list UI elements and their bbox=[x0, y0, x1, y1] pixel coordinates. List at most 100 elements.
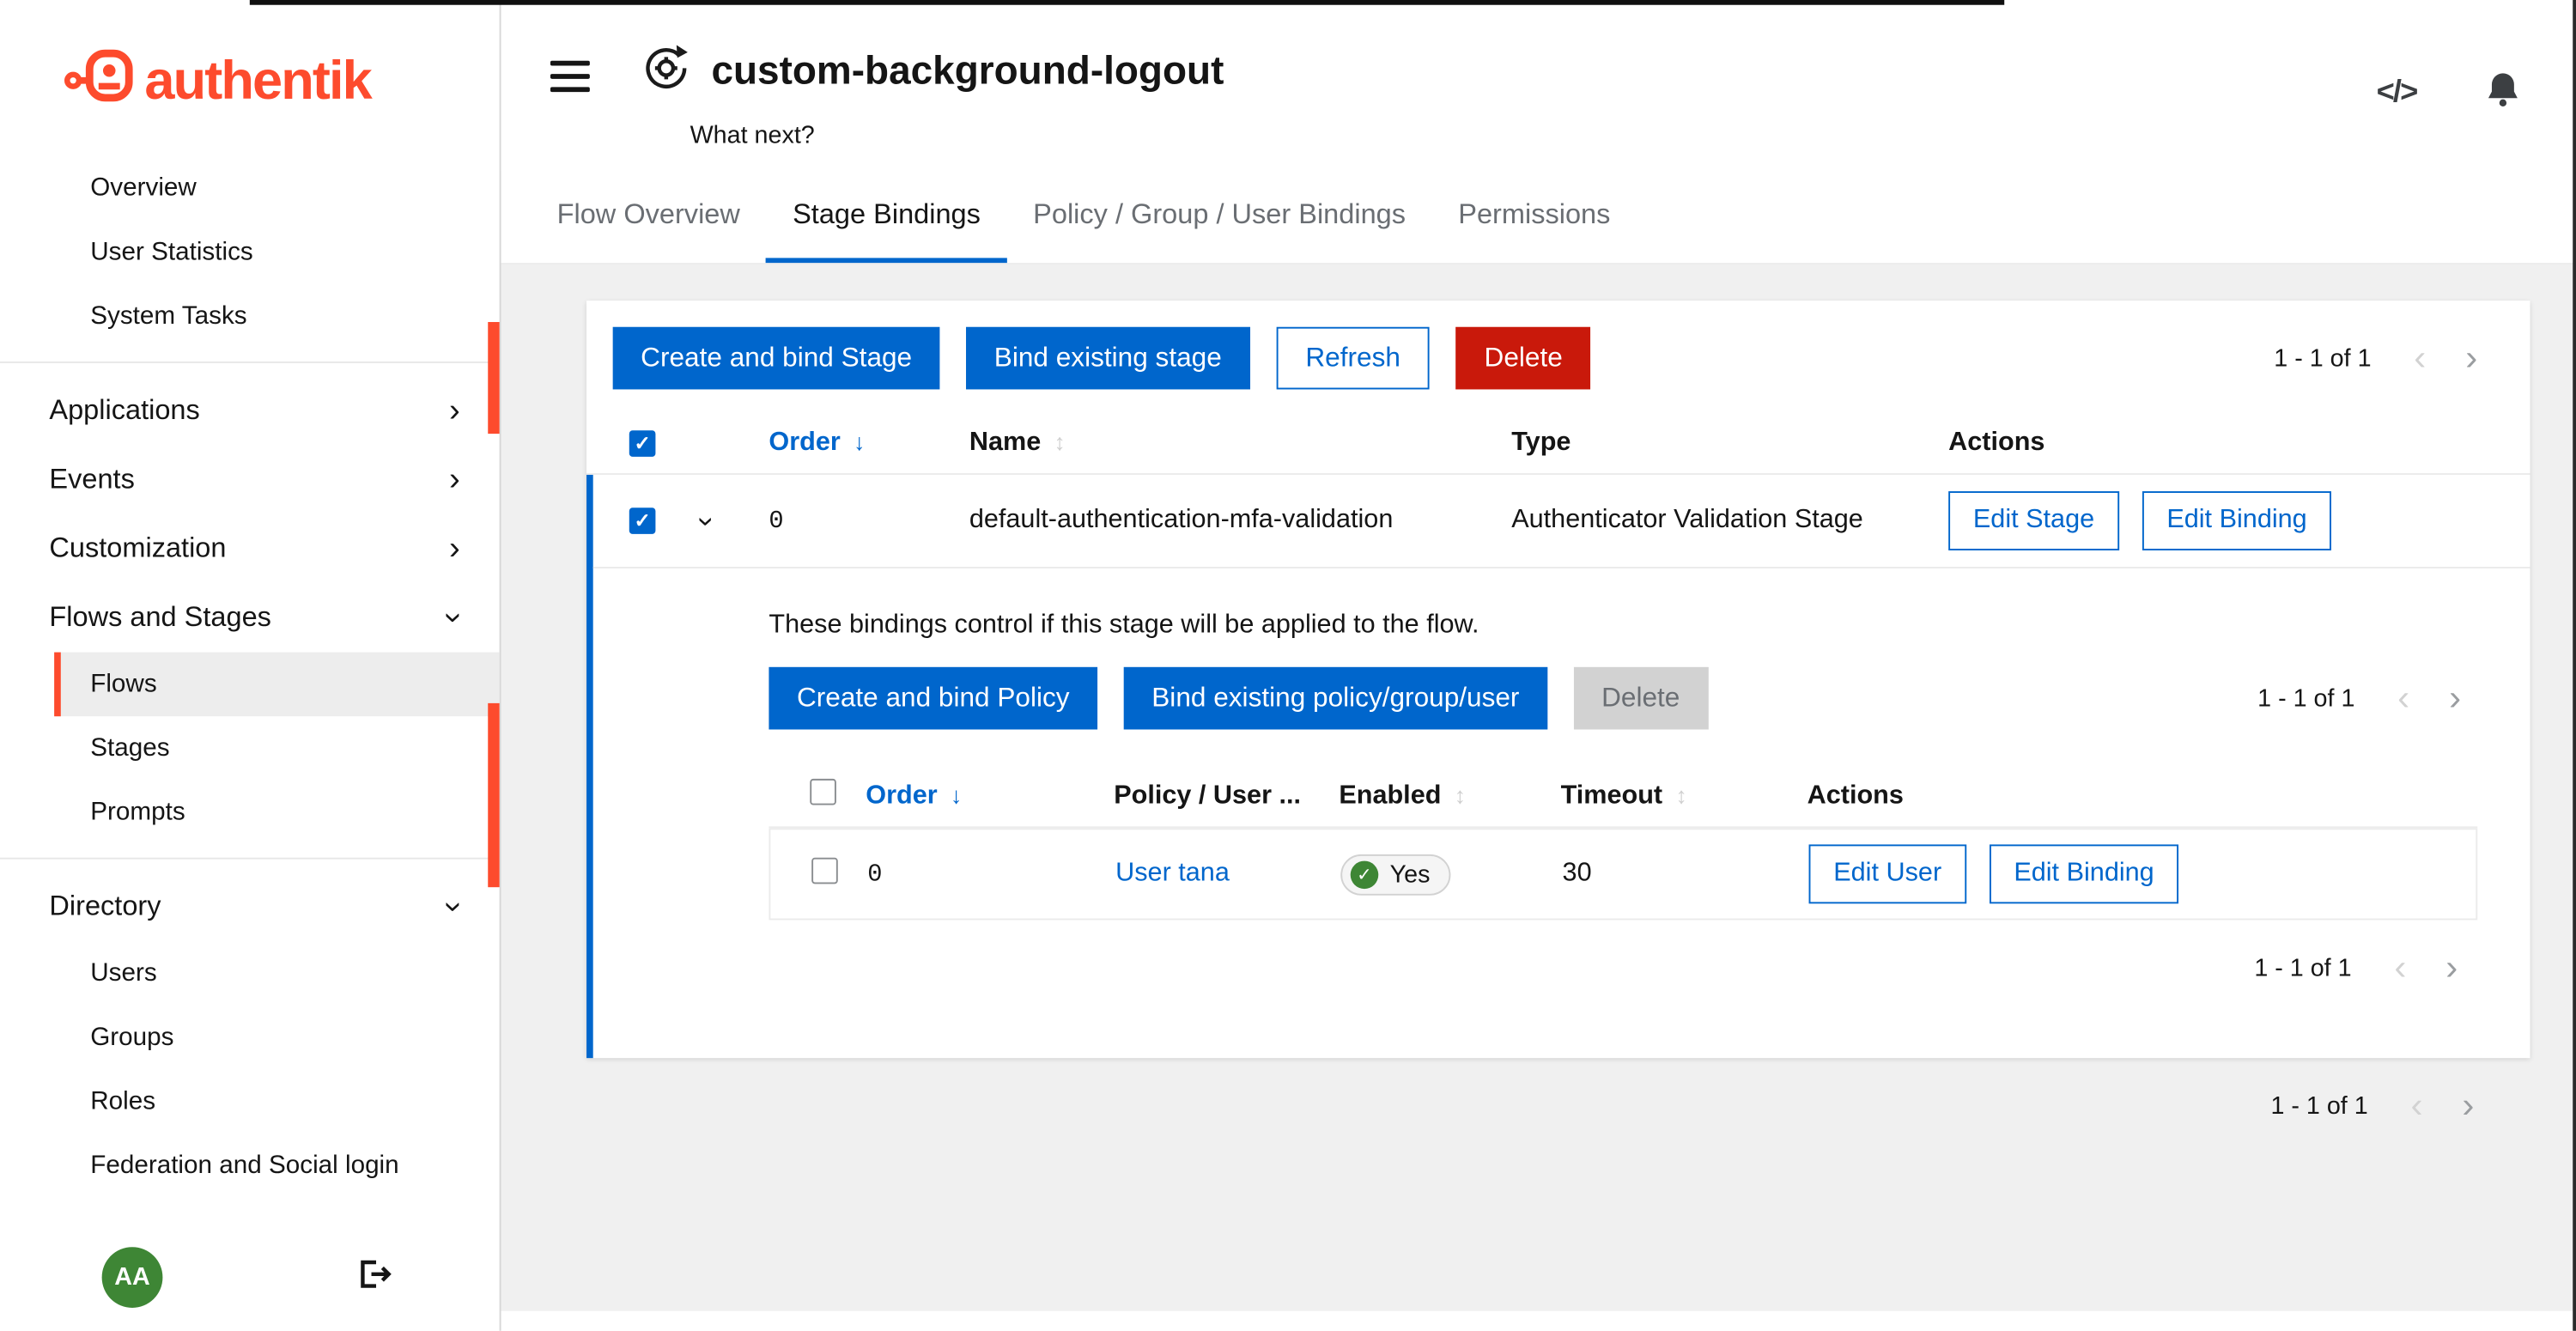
sidebar-divider bbox=[0, 858, 500, 860]
policy-binding-row[interactable]: 0 User tana ✓ Yes 30 bbox=[769, 828, 2477, 920]
refresh-button[interactable]: Refresh bbox=[1276, 327, 1430, 390]
edit-binding-button[interactable]: Edit Binding bbox=[2142, 491, 2332, 550]
sidebar-item-federation-social-login[interactable]: Federation and Social login bbox=[54, 1133, 500, 1198]
tab-flow-overview[interactable]: Flow Overview bbox=[531, 171, 766, 263]
order-header-label: Order bbox=[769, 428, 840, 456]
delete-button[interactable]: Delete bbox=[1456, 327, 1590, 390]
row-checkbox[interactable] bbox=[811, 857, 838, 884]
edit-binding-button[interactable]: Edit Binding bbox=[1990, 844, 2179, 903]
pagination-label: 1 - 1 of 1 bbox=[2257, 684, 2354, 713]
sidebar-group-applications[interactable]: Applications › bbox=[0, 376, 500, 445]
pagination-next-icon[interactable]: › bbox=[2429, 680, 2481, 716]
sidebar-group-flows-and-stages-label: Flows and Stages bbox=[49, 601, 271, 634]
check-circle-icon: ✓ bbox=[1351, 860, 1379, 889]
user-link[interactable]: User tana bbox=[1115, 860, 1230, 888]
policy-select-all-checkbox[interactable] bbox=[810, 779, 836, 805]
create-and-bind-policy-button[interactable]: Create and bind Policy bbox=[769, 667, 1097, 730]
row-checkbox[interactable] bbox=[629, 507, 656, 534]
sidebar-item-groups[interactable]: Groups bbox=[54, 1006, 500, 1070]
pagination-next-icon[interactable]: › bbox=[2442, 1088, 2494, 1124]
sidebar-group-applications-label: Applications bbox=[49, 394, 199, 427]
bind-existing-policy-button[interactable]: Bind existing policy/group/user bbox=[1124, 667, 1547, 730]
column-header-actions: Actions bbox=[1807, 781, 2478, 811]
pagination-prev-icon[interactable]: ‹ bbox=[2391, 1088, 2443, 1124]
column-header-enabled[interactable]: Enabled↕ bbox=[1339, 781, 1560, 811]
policy-pagination-bottom: 1 - 1 of 1 ‹ › bbox=[769, 950, 2477, 986]
timeout-header-label: Timeout bbox=[1561, 781, 1663, 810]
create-and-bind-stage-button[interactable]: Create and bind Stage bbox=[613, 327, 940, 390]
chevron-right-icon: › bbox=[449, 394, 460, 427]
stage-pagination: 1 - 1 of 1 ‹ › bbox=[2274, 340, 2497, 376]
edit-user-button[interactable]: Edit User bbox=[1809, 844, 1966, 903]
sidebar-item-stages[interactable]: Stages bbox=[54, 716, 500, 781]
authentik-logo[interactable]: authentik bbox=[0, 46, 500, 113]
window-edge-line bbox=[2573, 0, 2576, 1331]
sidebar-group-flows-and-stages[interactable]: Flows and Stages › bbox=[0, 583, 500, 652]
row-timeout: 30 bbox=[1563, 860, 1809, 889]
policy-table-header: Order↓ Policy / User ... Enabled↕ Timeou… bbox=[769, 766, 2477, 829]
sort-descending-icon: ↓ bbox=[951, 781, 962, 808]
name-header-label: Name bbox=[969, 428, 1041, 456]
stage-pagination-bottom: 1 - 1 of 1 ‹ › bbox=[586, 1058, 2530, 1124]
sidebar-scrollbar-segment[interactable] bbox=[488, 703, 499, 887]
menu-toggle-icon[interactable] bbox=[550, 60, 590, 91]
chevron-right-icon: › bbox=[449, 464, 460, 496]
notifications-bell-icon[interactable] bbox=[2482, 69, 2524, 118]
sidebar-item-users[interactable]: Users bbox=[54, 941, 500, 1006]
bind-existing-stage-button[interactable]: Bind existing stage bbox=[966, 327, 1249, 390]
sidebar-scrollbar-segment[interactable] bbox=[488, 322, 499, 434]
pagination-prev-icon[interactable]: ‹ bbox=[2374, 950, 2426, 986]
sidebar-group-events-label: Events bbox=[49, 464, 134, 496]
sort-descending-icon: ↓ bbox=[854, 428, 865, 454]
row-order: 0 bbox=[769, 507, 969, 535]
enabled-header-label: Enabled bbox=[1339, 781, 1441, 810]
logout-icon[interactable] bbox=[355, 1255, 392, 1301]
tab-permissions[interactable]: Permissions bbox=[1432, 171, 1637, 263]
avatar[interactable]: AA bbox=[102, 1247, 163, 1308]
sidebar-group-events[interactable]: Events › bbox=[0, 446, 500, 514]
order-header-label: Order bbox=[866, 781, 937, 810]
authentik-admin-screen: authentik Overview User Statistics Syste… bbox=[0, 0, 2576, 1331]
pagination-next-icon[interactable]: › bbox=[2426, 950, 2477, 986]
column-header-name[interactable]: Name↕ bbox=[969, 428, 1511, 457]
tab-bar: Flow Overview Stage Bindings Policy / Gr… bbox=[501, 171, 2576, 264]
sidebar-item-roles[interactable]: Roles bbox=[54, 1070, 500, 1134]
policy-delete-button[interactable]: Delete bbox=[1574, 667, 1708, 730]
row-type: Authenticator Validation Stage bbox=[1511, 506, 1948, 535]
main-column: custom-background-logout What next? </> … bbox=[501, 0, 2576, 1331]
column-header-timeout[interactable]: Timeout ↕ bbox=[1561, 781, 1807, 811]
tab-policy-group-user-bindings[interactable]: Policy / Group / User Bindings bbox=[1007, 171, 1432, 263]
sidebar-group-directory[interactable]: Directory › bbox=[0, 872, 500, 941]
sort-icon: ↕ bbox=[1675, 781, 1686, 808]
enabled-status-badge: ✓ Yes bbox=[1340, 854, 1451, 895]
pagination-next-icon[interactable]: › bbox=[2445, 340, 2497, 376]
sidebar-item-overview[interactable]: Overview bbox=[0, 156, 500, 221]
api-code-icon[interactable]: </> bbox=[2377, 76, 2417, 112]
edit-stage-button[interactable]: Edit Stage bbox=[1948, 491, 2119, 550]
pagination-prev-icon[interactable]: ‹ bbox=[2378, 680, 2429, 716]
column-header-actions: Actions bbox=[1948, 428, 2530, 457]
pagination-label: 1 - 1 of 1 bbox=[2270, 1091, 2367, 1120]
stage-toolbar: Create and bind Stage Bind existing stag… bbox=[586, 301, 2530, 412]
page-subtitle: What next? bbox=[690, 122, 2530, 150]
sidebar-item-system-tasks[interactable]: System Tasks bbox=[0, 284, 500, 349]
page-title: custom-background-logout bbox=[711, 49, 1224, 95]
sidebar-divider bbox=[0, 362, 500, 363]
pagination-prev-icon[interactable]: ‹ bbox=[2394, 340, 2445, 376]
row-expander-chevron-icon[interactable]: › bbox=[690, 516, 724, 526]
column-header-order[interactable]: Order ↓ bbox=[866, 781, 1114, 811]
sidebar-item-user-statistics[interactable]: User Statistics bbox=[0, 220, 500, 284]
sidebar-group-customization[interactable]: Customization › bbox=[0, 514, 500, 583]
select-all-checkbox[interactable] bbox=[629, 429, 656, 456]
column-header-policy-user: Policy / User ... bbox=[1114, 781, 1339, 811]
sidebar-item-flows[interactable]: Flows bbox=[54, 653, 500, 717]
sidebar-group-directory-label: Directory bbox=[49, 890, 161, 923]
enabled-status-label: Yes bbox=[1390, 860, 1431, 889]
tab-stage-bindings[interactable]: Stage Bindings bbox=[766, 171, 1006, 263]
pagination-label: 1 - 1 of 1 bbox=[2274, 344, 2371, 373]
column-header-order[interactable]: Order ↓ bbox=[769, 428, 969, 457]
sidebar-item-prompts[interactable]: Prompts bbox=[54, 781, 500, 845]
sidebar: authentik Overview User Statistics Syste… bbox=[0, 0, 501, 1331]
policy-pagination-top: 1 - 1 of 1 ‹ › bbox=[2257, 680, 2481, 716]
stage-binding-row[interactable]: › 0 default-authentication-mfa-validatio… bbox=[593, 475, 2530, 568]
